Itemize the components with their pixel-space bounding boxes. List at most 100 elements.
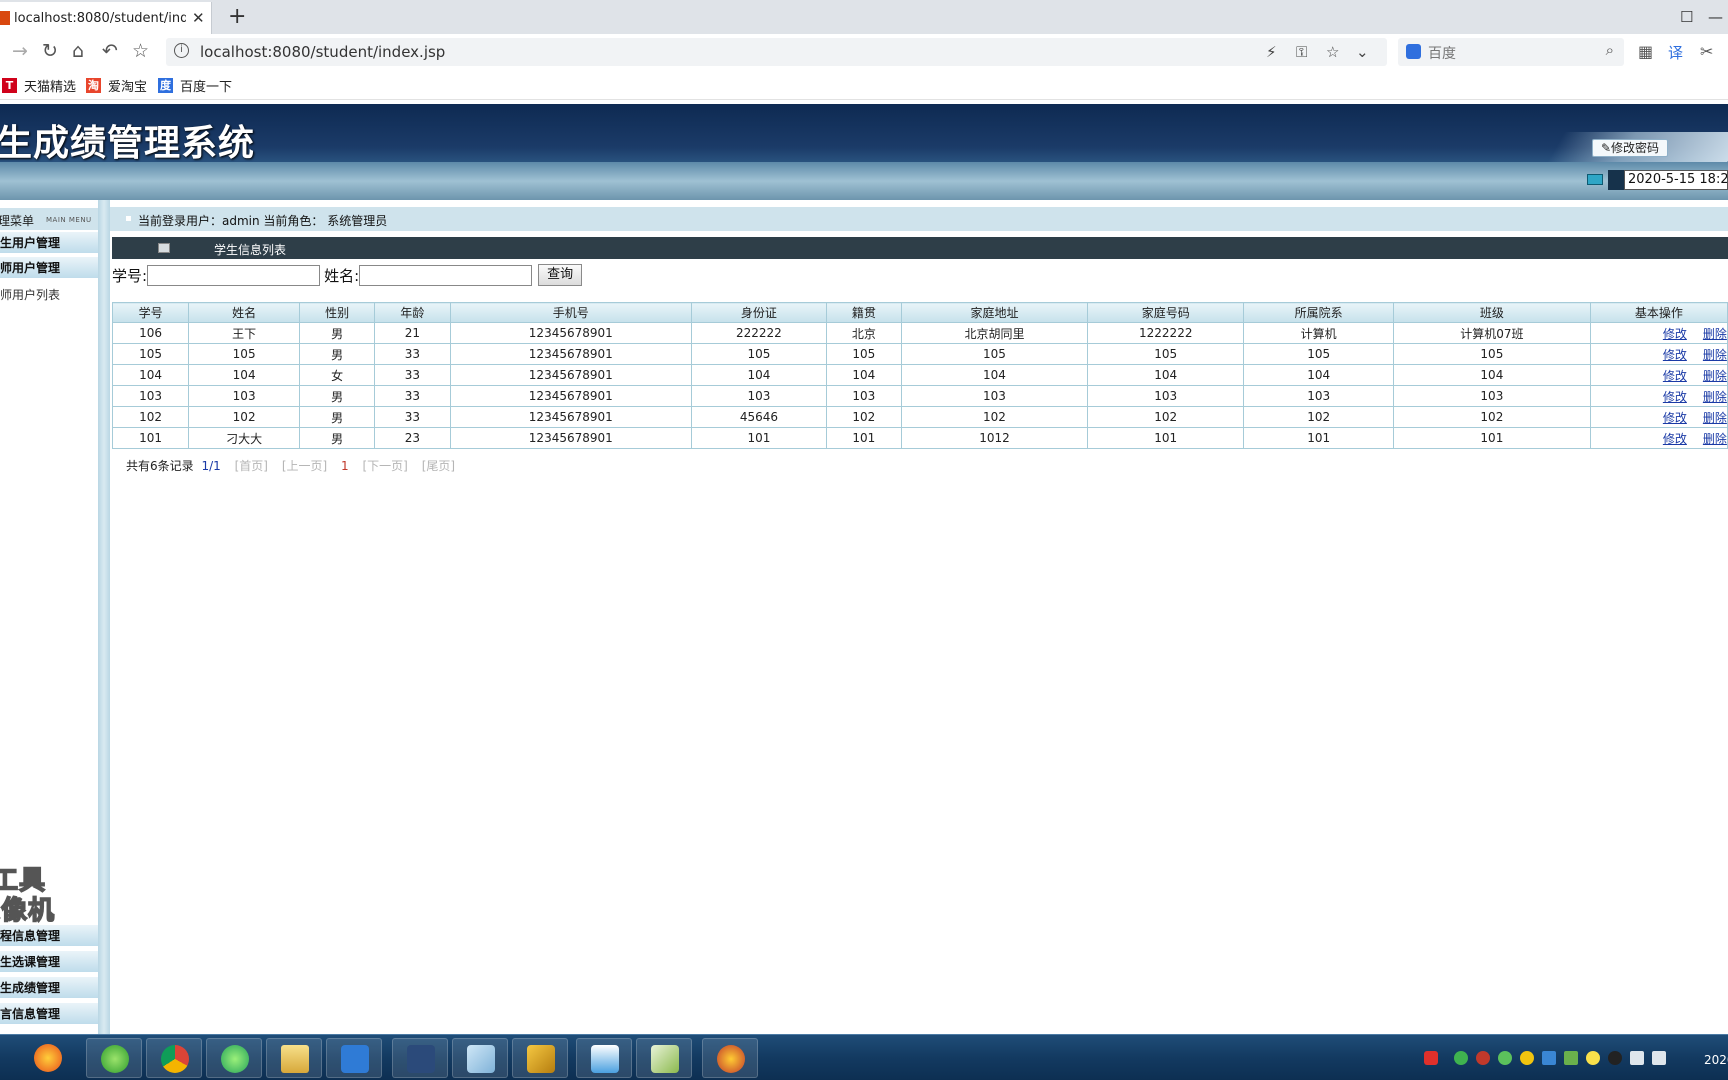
taskbar-app[interactable]: [326, 1038, 382, 1078]
taskbar-app[interactable]: [512, 1038, 568, 1078]
undo-icon[interactable]: ↶: [102, 40, 118, 62]
table-cell: 103: [825, 385, 902, 407]
edit-link[interactable]: 修改: [1663, 369, 1687, 383]
menu-course-selection[interactable]: 生选课管理: [0, 951, 98, 973]
table-cell: 12345678901: [449, 343, 693, 365]
sidebar-splitter[interactable]: [98, 200, 110, 1034]
table-cell: 23: [374, 427, 451, 449]
delete-link[interactable]: 删除: [1703, 348, 1727, 362]
taskbar-app[interactable]: [452, 1038, 508, 1078]
bookmark-star-icon[interactable]: ☆: [132, 40, 149, 62]
scissors-icon[interactable]: ✂: [1700, 42, 1713, 61]
browser-360-icon: [101, 1045, 129, 1073]
edit-link[interactable]: 修改: [1663, 390, 1687, 404]
site-info-icon[interactable]: i: [174, 43, 189, 58]
taskbar-app[interactable]: [392, 1038, 448, 1078]
taskbar-app[interactable]: [702, 1038, 758, 1078]
tray-app-icon[interactable]: [1586, 1051, 1600, 1065]
notepad-icon: [467, 1045, 495, 1073]
menu-teacher-users[interactable]: 师用户管理: [0, 257, 98, 279]
edit-link[interactable]: 修改: [1663, 348, 1687, 362]
change-password-button[interactable]: ✎修改密码: [1592, 139, 1668, 157]
table-cell: 33: [374, 364, 451, 386]
qq-icon[interactable]: [1608, 1051, 1622, 1065]
lightning-icon[interactable]: ⚡: [1266, 43, 1277, 61]
taskbar-app[interactable]: [206, 1038, 262, 1078]
address-bar[interactable]: i localhost:8080/student/index.jsp ⚡ ⚿ ☆…: [166, 38, 1387, 66]
taskbar-app[interactable]: [266, 1038, 322, 1078]
bookmark-item[interactable]: 度 百度一下: [158, 76, 232, 95]
student-name-input[interactable]: [359, 264, 533, 286]
taskbar-app[interactable]: [146, 1038, 202, 1078]
network-icon[interactable]: [1630, 1051, 1644, 1065]
tray-app-icon[interactable]: [1498, 1051, 1512, 1065]
folder-icon: [281, 1045, 309, 1073]
search-box[interactable]: 百度 ⌕: [1398, 38, 1624, 66]
tray-app-icon[interactable]: [1520, 1051, 1534, 1065]
window-menu-icon[interactable]: ☐: [1680, 8, 1693, 26]
table-cell: 103: [188, 385, 301, 407]
menu-course-info[interactable]: 程信息管理: [0, 925, 98, 947]
taskbar-app[interactable]: [86, 1038, 142, 1078]
nvidia-icon[interactable]: [1564, 1051, 1578, 1065]
table-cell: 102: [1392, 406, 1591, 428]
query-button[interactable]: 查询: [538, 264, 583, 286]
table-cell: 105: [1243, 343, 1394, 365]
volume-icon[interactable]: [1652, 1051, 1666, 1065]
delete-link[interactable]: 删除: [1703, 411, 1727, 425]
minimize-icon[interactable]: —: [1708, 8, 1723, 26]
student-id-input[interactable]: [147, 264, 321, 286]
key-icon[interactable]: ⚿: [1296, 43, 1307, 61]
tray-app-icon[interactable]: [1454, 1051, 1468, 1065]
tray-app-icon[interactable]: [1542, 1051, 1556, 1065]
bookmark-item[interactable]: T 天猫精选: [2, 76, 76, 95]
next-page-link[interactable]: [下一页]: [362, 459, 407, 473]
start-button[interactable]: [20, 1038, 76, 1078]
taskbar-app[interactable]: [636, 1038, 692, 1078]
favorite-star-icon[interactable]: ☆: [1326, 43, 1339, 61]
last-page-link[interactable]: [尾页]: [422, 459, 455, 473]
current-page[interactable]: 1: [341, 459, 349, 473]
table-row: 105 105 男 33 12345678901 105 105 105 105 105 105 修改…: [111, 343, 1728, 365]
table-row: 104 104 女 33 12345678901 104 104 104 104 104 104 修改…: [111, 364, 1728, 386]
row-actions: 修改 删除: [1589, 343, 1728, 365]
edit-link[interactable]: 修改: [1663, 432, 1687, 446]
tab-close-icon[interactable]: ✕: [192, 9, 205, 27]
table-cell: 105: [1087, 343, 1245, 365]
delete-link[interactable]: 删除: [1703, 432, 1727, 446]
taskbar-app[interactable]: [576, 1038, 632, 1078]
translate-icon[interactable]: 译: [1668, 42, 1683, 63]
search-icon[interactable]: ⌕: [1606, 41, 1614, 59]
bookmark-item[interactable]: 淘 爱淘宝: [86, 76, 147, 95]
table-cell: 男: [299, 427, 376, 449]
menu-messages[interactable]: 言信息管理: [0, 1003, 98, 1025]
table-cell: 45646: [691, 406, 827, 428]
browser-tab[interactable]: localhost:8080/student/index.j ✕: [0, 2, 212, 34]
menu-student-users[interactable]: 生用户管理: [0, 232, 98, 254]
dropdown-chevron-icon[interactable]: ⌄: [1356, 43, 1369, 61]
delete-link[interactable]: 删除: [1703, 327, 1727, 341]
sogou-icon[interactable]: [1424, 1051, 1438, 1065]
edit-link[interactable]: 修改: [1663, 411, 1687, 425]
app-header: 生成绩管理系统 ✎修改密码 2020-5-15 18:25:03: [0, 104, 1728, 200]
apps-grid-icon[interactable]: ▦: [1638, 42, 1653, 61]
column-header: 手机号: [449, 302, 693, 323]
column-header: 家庭号码: [1087, 302, 1245, 323]
reload-icon[interactable]: ↻: [42, 40, 58, 62]
page-ratio: 1/1: [201, 459, 221, 473]
row-actions: 修改 删除: [1589, 427, 1728, 449]
table-cell: 105: [111, 343, 190, 365]
submenu-teacher-list[interactable]: 师用户列表: [0, 286, 60, 303]
delete-link[interactable]: 删除: [1703, 369, 1727, 383]
bookmark-label: 爱淘宝: [108, 80, 148, 95]
delete-link[interactable]: 删除: [1703, 390, 1727, 404]
edit-link[interactable]: 修改: [1663, 327, 1687, 341]
prev-page-link[interactable]: [上一页]: [282, 459, 327, 473]
menu-grades[interactable]: 生成绩管理: [0, 977, 98, 999]
tray-app-icon[interactable]: [1476, 1051, 1490, 1065]
new-tab-button[interactable]: +: [228, 4, 246, 29]
forward-icon[interactable]: →: [12, 40, 28, 62]
tray-clock[interactable]: 2020: [1704, 1053, 1728, 1067]
home-icon[interactable]: ⌂: [72, 40, 84, 62]
first-page-link[interactable]: [首页]: [235, 459, 268, 473]
